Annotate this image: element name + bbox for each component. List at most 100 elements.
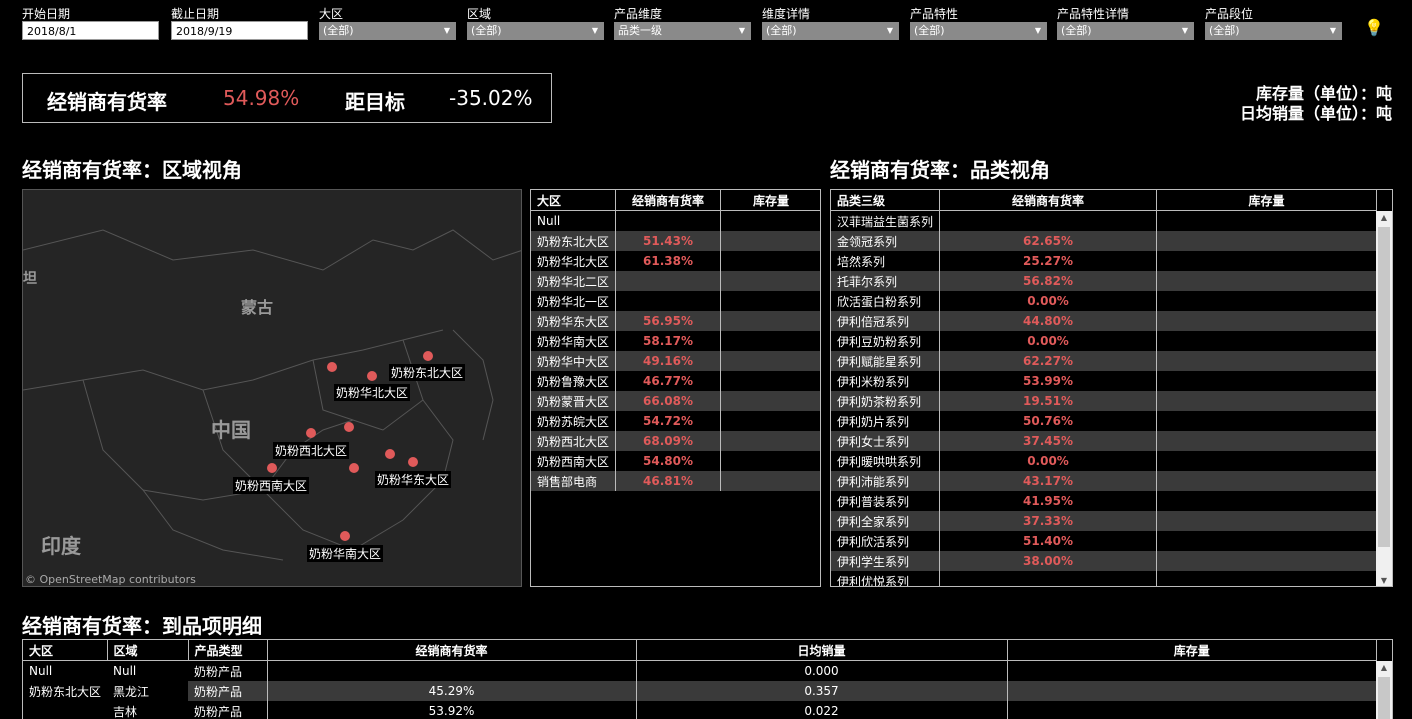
table-row[interactable]: 伊利赋能星系列62.27% (831, 351, 1377, 371)
map-point[interactable] (349, 463, 359, 473)
map-point-east[interactable] (408, 457, 418, 467)
filter-area-select[interactable]: (全部)▼ (467, 22, 604, 40)
table-row[interactable]: 伊利沛能系列43.17% (831, 471, 1377, 491)
category-name-cell: 欣活蛋白粉系列 (831, 291, 940, 311)
table-row[interactable]: 伊利女士系列37.45% (831, 431, 1377, 451)
table-row[interactable]: NullNull奶粉产品0.000 (23, 661, 1377, 682)
col-header-product-type[interactable]: 产品类型 (188, 640, 267, 661)
col-header-rate[interactable]: 经销商有货率 (616, 190, 721, 211)
table-row[interactable]: 伊利优悦系列 (831, 571, 1377, 587)
table-row[interactable]: 奶粉华东大区56.95% (531, 311, 821, 331)
region-cell: Null (23, 661, 107, 682)
table-row[interactable]: 奶粉鲁豫大区46.77% (531, 371, 821, 391)
map-point-northeast[interactable] (423, 351, 433, 361)
stock-cell (721, 451, 821, 471)
category-name-cell: 伊利普装系列 (831, 491, 940, 511)
table-row[interactable]: 伊利全家系列37.33% (831, 511, 1377, 531)
filter-dimension-detail-label: 维度详情 (762, 5, 810, 22)
col-header-area[interactable]: 区域 (107, 640, 188, 661)
col-header-stock[interactable]: 库存量 (721, 190, 821, 211)
scroll-up-icon[interactable]: ▲ (1376, 663, 1392, 672)
table-row[interactable]: 培然系列25.27% (831, 251, 1377, 271)
product-type-cell: 奶粉产品 (188, 701, 267, 719)
region-cell (23, 701, 107, 719)
filter-product-feature-select[interactable]: (全部)▼ (910, 22, 1047, 40)
chevron-down-icon: ▼ (1035, 22, 1041, 40)
table-row[interactable]: 奶粉华北二区 (531, 271, 821, 291)
category-section-title: 经销商有货率：品类视角 (830, 154, 1050, 183)
table-row[interactable]: 奶粉西北大区68.09% (531, 431, 821, 451)
table-row[interactable]: 奶粉华中大区49.16% (531, 351, 821, 371)
map-point-northwest[interactable] (306, 428, 316, 438)
lightbulb-icon[interactable]: 💡 (1364, 18, 1384, 37)
stock-cell (1157, 491, 1377, 511)
table-row[interactable]: 奶粉东北大区黑龙江奶粉产品45.29%0.357 (23, 681, 1377, 701)
kpi-box: 经销商有货率 54.98% 距目标 -35.02% (22, 73, 552, 123)
table-row[interactable]: 奶粉华北一区 (531, 291, 821, 311)
category-name-cell: 汉菲瑞益生菌系列 (831, 211, 940, 232)
table-row[interactable]: 汉菲瑞益生菌系列 (831, 211, 1377, 232)
table-row[interactable]: 奶粉蒙晋大区66.08% (531, 391, 821, 411)
col-header-rate[interactable]: 经销商有货率 (267, 640, 636, 661)
end-date-input[interactable]: 2018/9/19 (171, 21, 308, 40)
category-table-body: 汉菲瑞益生菌系列金领冠系列62.65%培然系列25.27%托菲尔系列56.82%… (831, 211, 1377, 588)
start-date-input[interactable]: 2018/8/1 (22, 21, 159, 40)
category-name-cell: 伊利奶茶粉系列 (831, 391, 940, 411)
table-row[interactable]: 奶粉华北大区61.38% (531, 251, 821, 271)
category-name-cell: 伊利沛能系列 (831, 471, 940, 491)
col-header-stock[interactable]: 库存量 (1157, 190, 1377, 211)
map-point-south[interactable] (340, 531, 350, 541)
filter-dimension-detail-select[interactable]: (全部)▼ (762, 22, 899, 40)
filter-feature-detail-select[interactable]: (全部)▼ (1057, 22, 1194, 40)
table-row[interactable]: 奶粉华南大区58.17% (531, 331, 821, 351)
col-header-stock[interactable]: 库存量 (1007, 640, 1376, 661)
map-point[interactable] (327, 362, 337, 372)
table-row[interactable]: 金领冠系列62.65% (831, 231, 1377, 251)
stock-cell (1157, 571, 1377, 587)
table-row[interactable]: 销售部电商46.81% (531, 471, 821, 491)
table-row[interactable]: 伊利奶茶粉系列19.51% (831, 391, 1377, 411)
filter-region-select[interactable]: (全部)▼ (319, 22, 456, 40)
col-header-region[interactable]: 大区 (531, 190, 616, 211)
region-map[interactable]: 坦 蒙古 中国 印度 奶粉东北大区 奶粉华北大区 奶粉西北大区 奶粉西南大区 奶… (22, 189, 522, 587)
stock-cell (721, 271, 821, 291)
col-header-daily-sales[interactable]: 日均销量 (636, 640, 1007, 661)
table-row[interactable]: 托菲尔系列56.82% (831, 271, 1377, 291)
table-row[interactable]: 伊利米粉系列53.99% (831, 371, 1377, 391)
table-row[interactable]: 伊利豆奶粉系列0.00% (831, 331, 1377, 351)
table-row[interactable]: 奶粉苏皖大区54.72% (531, 411, 821, 431)
table-row[interactable]: 吉林奶粉产品53.92%0.022 (23, 701, 1377, 719)
rate-cell: 44.80% (940, 311, 1157, 331)
scroll-up-icon[interactable]: ▲ (1376, 213, 1392, 222)
rate-cell: 56.95% (616, 311, 721, 331)
stock-cell (1007, 661, 1376, 682)
table-row[interactable]: 伊利暖哄哄系列0.00% (831, 451, 1377, 471)
scrollbar-thumb[interactable] (1378, 677, 1390, 719)
col-header-category[interactable]: 品类三级 (831, 190, 940, 211)
col-header-rate[interactable]: 经销商有货率 (940, 190, 1157, 211)
map-point-southwest[interactable] (267, 463, 277, 473)
filter-product-dimension-select[interactable]: 品类一级▼ (614, 22, 751, 40)
table-row[interactable]: 伊利奶片系列50.76% (831, 411, 1377, 431)
map-point[interactable] (385, 449, 395, 459)
table-row[interactable]: 伊利倍冠系列44.80% (831, 311, 1377, 331)
category-name-cell: 金领冠系列 (831, 231, 940, 251)
table-row[interactable]: Null (531, 211, 821, 232)
table-row[interactable]: 伊利欣活系列51.40% (831, 531, 1377, 551)
scroll-down-icon[interactable]: ▼ (1376, 576, 1392, 585)
table-row[interactable]: 奶粉西南大区54.80% (531, 451, 821, 471)
filter-product-tier-select[interactable]: (全部)▼ (1205, 22, 1342, 40)
scrollbar-track[interactable]: ▲ ▼ (1376, 211, 1392, 587)
map-country-china: 中国 (211, 414, 251, 443)
table-row[interactable]: 奶粉东北大区51.43% (531, 231, 821, 251)
rate-cell: 25.27% (940, 251, 1157, 271)
scrollbar-track[interactable]: ▲ (1376, 661, 1392, 719)
table-row[interactable]: 欣活蛋白粉系列0.00% (831, 291, 1377, 311)
map-point-north[interactable] (367, 371, 377, 381)
table-row[interactable]: 伊利学生系列38.00% (831, 551, 1377, 571)
col-header-region[interactable]: 大区 (23, 640, 107, 661)
table-row[interactable]: 伊利普装系列41.95% (831, 491, 1377, 511)
scrollbar-thumb[interactable] (1378, 227, 1390, 547)
map-point[interactable] (344, 422, 354, 432)
product-type-cell: 奶粉产品 (188, 661, 267, 682)
